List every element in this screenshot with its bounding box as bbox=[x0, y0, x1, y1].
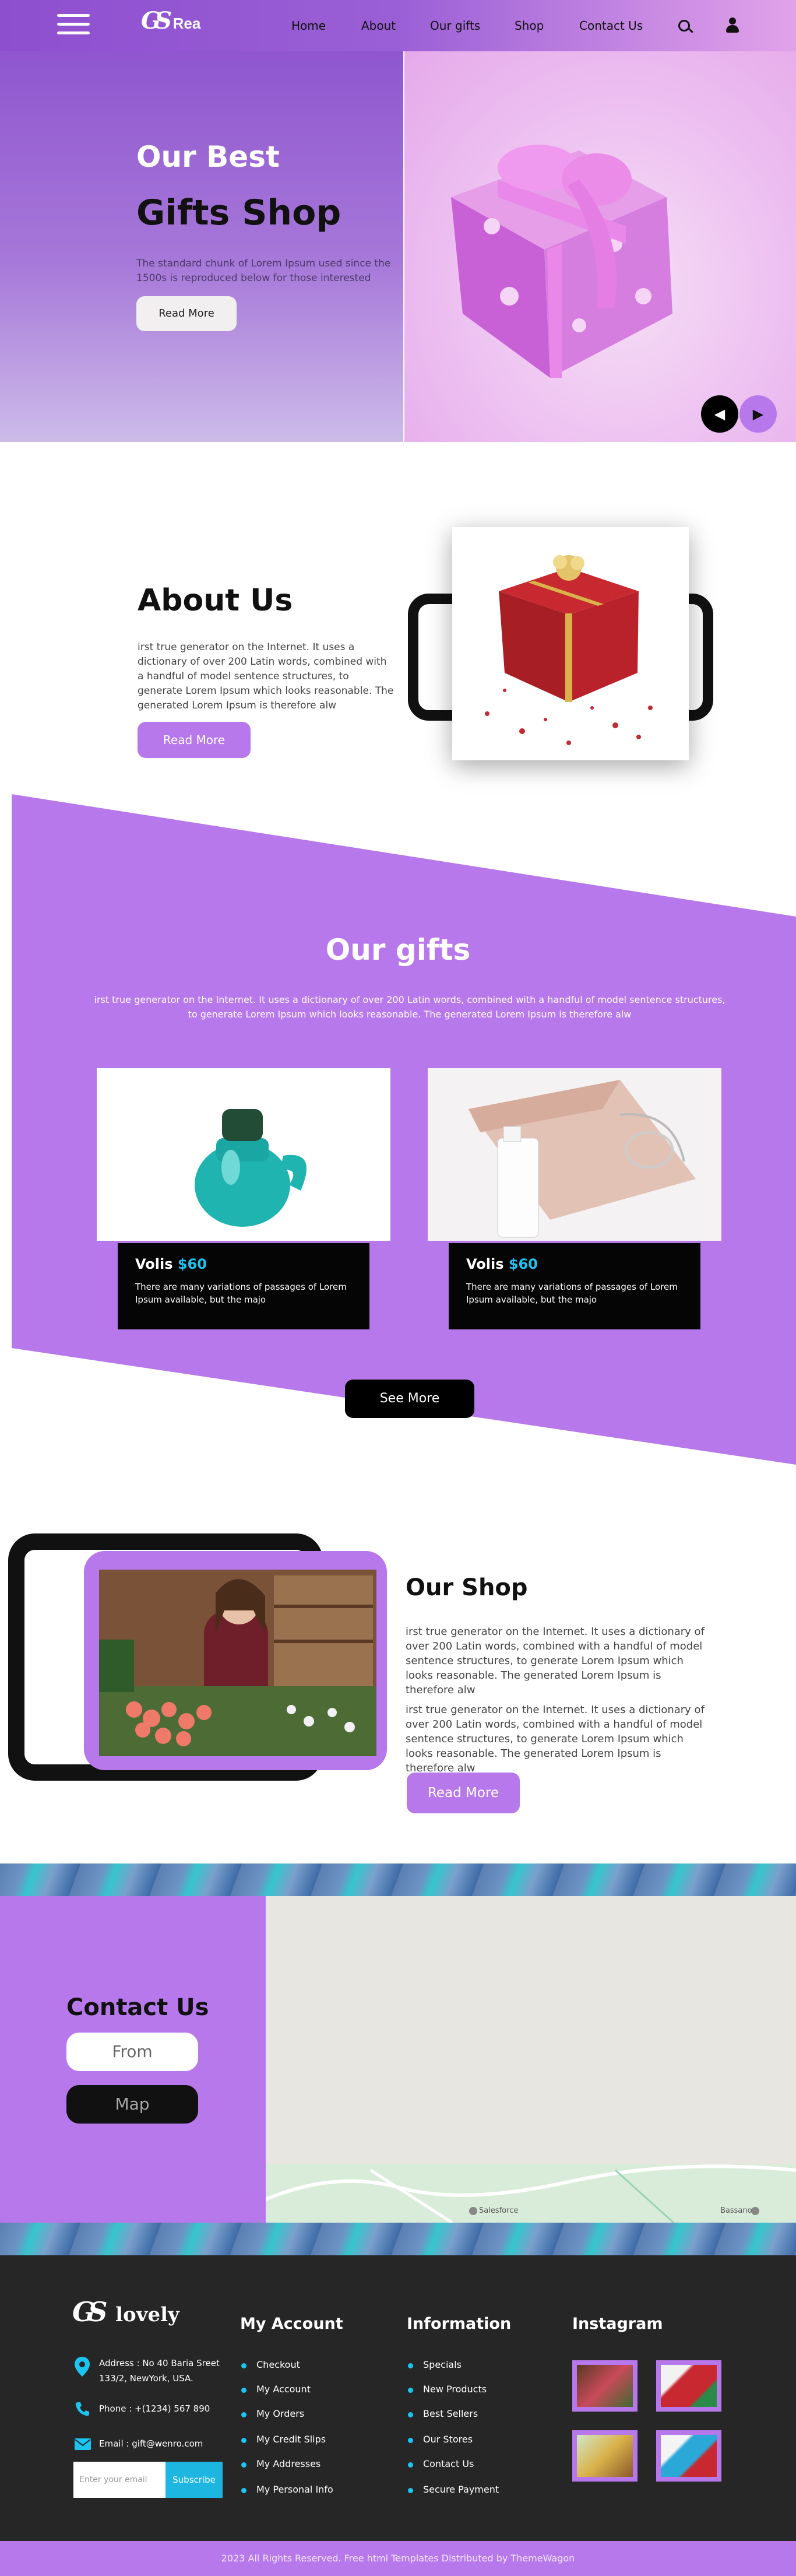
nav-shop[interactable]: Shop bbox=[515, 19, 544, 33]
shop-photo bbox=[99, 1570, 376, 1756]
map-label-salesforce: Salesforce bbox=[479, 2206, 519, 2215]
nav-contact-us[interactable]: Contact Us bbox=[579, 19, 643, 33]
logo-mark: GS bbox=[141, 7, 172, 34]
about-read-more-button[interactable]: Read More bbox=[138, 722, 251, 758]
footer-email: Email : gift@wenro.com bbox=[99, 2438, 203, 2449]
footer-link-my-personal-info[interactable]: My Personal Info bbox=[241, 2484, 333, 2495]
contact-title: Contact Us bbox=[66, 1994, 209, 2021]
subscribe-email-input[interactable]: Enter your email bbox=[73, 2462, 165, 2498]
footer-link-our-stores[interactable]: Our Stores bbox=[407, 2434, 473, 2445]
gift-card-1-image[interactable] bbox=[97, 1068, 390, 1241]
footer-logo-mark: GS bbox=[72, 2296, 107, 2328]
instagram-thumb-3[interactable] bbox=[572, 2430, 637, 2482]
instagram-thumb-2[interactable] bbox=[656, 2360, 721, 2412]
footer-link-checkout[interactable]: Checkout bbox=[241, 2359, 300, 2370]
shop-paragraph-1: irst true generator on the Internet. It … bbox=[406, 1626, 705, 1696]
instagram-thumb-4[interactable] bbox=[656, 2430, 721, 2482]
footer-link-my-addresses[interactable]: My Addresses bbox=[241, 2458, 320, 2469]
footer-link-my-credit-slips[interactable]: My Credit Slips bbox=[241, 2434, 326, 2445]
logo-text: Rea bbox=[172, 15, 201, 32]
shop-read-more-button[interactable]: Read More bbox=[407, 1773, 520, 1813]
top-header: GS Rea Home About Our gifts Shop Contact… bbox=[0, 0, 796, 51]
about-title: About Us bbox=[138, 583, 293, 618]
hero-right-panel bbox=[404, 51, 796, 442]
hero-read-more-button[interactable]: Read More bbox=[136, 296, 237, 331]
gift-card-2-text: There are many variations of passages of… bbox=[466, 1282, 678, 1305]
nav-home[interactable]: Home bbox=[291, 19, 326, 33]
gift-box-image bbox=[451, 145, 672, 378]
footer-link-contact-us[interactable]: Contact Us bbox=[407, 2458, 474, 2469]
gift-card-2-caption: Volis $60 There are many variations of p… bbox=[449, 1243, 700, 1329]
footer-link-my-orders[interactable]: My Orders bbox=[241, 2408, 304, 2419]
decorative-ribbon-strip-top bbox=[0, 1863, 796, 1896]
location-icon bbox=[75, 2357, 90, 2377]
slider-prev-button[interactable]: ◀ bbox=[701, 395, 738, 433]
footer-link-best-sellers[interactable]: Best Sellers bbox=[407, 2408, 478, 2419]
phone-icon bbox=[75, 2402, 89, 2416]
subscribe-button[interactable]: Subscribe bbox=[165, 2462, 223, 2498]
gifts-description: irst true generator on the Internet. It … bbox=[94, 994, 725, 1020]
footer-address: Address : No 40 Baria Sreet 133/2, NewYo… bbox=[99, 2358, 220, 2384]
contact-from-button[interactable]: From bbox=[66, 2033, 198, 2071]
contact-map-button[interactable]: Map bbox=[66, 2085, 198, 2124]
footer-link-secure-payment[interactable]: Secure Payment bbox=[407, 2484, 499, 2495]
gifts-title: Our gifts bbox=[325, 933, 471, 967]
footer-link-new-products[interactable]: New Products bbox=[407, 2384, 487, 2395]
footer-logo[interactable]: GS lovely bbox=[72, 2296, 179, 2328]
user-icon[interactable] bbox=[726, 17, 739, 33]
footer-col-information-title: Information bbox=[407, 2315, 512, 2333]
decorative-ribbon-strip-bottom bbox=[0, 2223, 796, 2255]
hero-left-panel bbox=[0, 51, 403, 442]
footer-logo-text: lovely bbox=[115, 2303, 179, 2326]
email-icon bbox=[75, 2438, 91, 2450]
search-icon[interactable] bbox=[678, 20, 690, 31]
hero-title-line1: Our Best bbox=[136, 140, 280, 174]
gift-card-1-price: $60 bbox=[177, 1256, 207, 1272]
slider-next-button[interactable]: ▶ bbox=[739, 395, 777, 433]
gift-card-1-name: Volis bbox=[135, 1256, 173, 1272]
footer-phone: Phone : +(1234) 567 890 bbox=[99, 2403, 210, 2414]
site-logo[interactable]: GS Rea bbox=[141, 7, 200, 34]
gift-card-2-price: $60 bbox=[508, 1256, 538, 1272]
instagram-thumb-1[interactable] bbox=[572, 2360, 637, 2412]
about-description: irst true generator on the Internet. It … bbox=[138, 641, 394, 711]
gift-card-1-text: There are many variations of passages of… bbox=[135, 1282, 347, 1305]
hero-description: The standard chunk of Lorem Ipsum used s… bbox=[136, 258, 391, 284]
gift-card-2-name: Volis bbox=[466, 1256, 504, 1272]
shop-paragraph-2: irst true generator on the Internet. It … bbox=[406, 1704, 705, 1774]
contact-map[interactable]: Salesforce Bassano bbox=[265, 1896, 796, 2224]
about-image bbox=[452, 527, 689, 760]
copyright-bar: 2023 All Rights Reserved. Free html Temp… bbox=[0, 2541, 796, 2576]
shop-title: Our Shop bbox=[406, 1574, 528, 1601]
gift-card-1-caption: Volis $60 There are many variations of p… bbox=[118, 1243, 369, 1329]
footer-link-specials[interactable]: Specials bbox=[408, 2359, 462, 2370]
footer-instagram-title: Instagram bbox=[572, 2315, 663, 2333]
see-more-button[interactable]: See More bbox=[345, 1380, 474, 1418]
footer-col-my-account-title: My Account bbox=[240, 2315, 343, 2333]
map-label-bassano: Bassano bbox=[720, 2206, 752, 2215]
gift-card-2-image[interactable] bbox=[428, 1068, 721, 1241]
hero-title-line2: Gifts Shop bbox=[136, 192, 341, 233]
menu-icon[interactable] bbox=[57, 13, 90, 36]
footer-link-my-account[interactable]: My Account bbox=[241, 2384, 311, 2395]
nav-our-gifts[interactable]: Our gifts bbox=[430, 19, 480, 33]
nav-about[interactable]: About bbox=[361, 19, 396, 33]
footer: GS lovely Address : No 40 Baria Sreet 13… bbox=[0, 2255, 796, 2541]
